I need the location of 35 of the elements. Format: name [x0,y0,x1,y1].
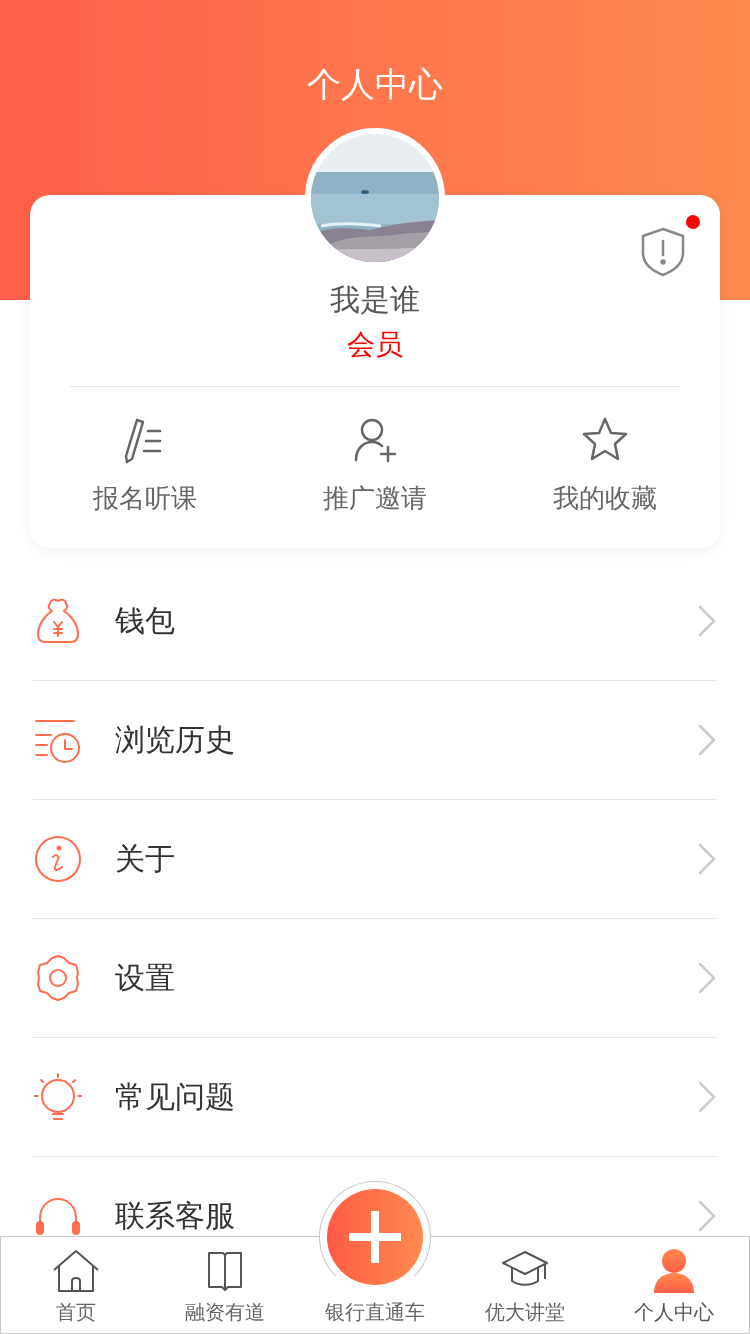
chevron-right-icon [697,842,717,876]
menu-row[interactable]: 关于 [1,800,749,918]
menu-row[interactable]: 常见问题 [1,1038,749,1156]
chevron-right-icon [697,961,717,995]
page-title: 个人中心 [307,63,443,106]
chevron-right-icon [697,1199,717,1233]
info-icon [33,834,83,884]
shield-alert-icon [640,225,686,277]
security-button[interactable] [640,215,700,277]
light-bulb-icon [33,1072,83,1122]
menu-label: 联系客服 [115,1198,235,1234]
plus-icon [349,1211,401,1263]
tab[interactable]: 融资有道 [150,1237,301,1333]
menu-label: 常见问题 [115,1079,235,1115]
member-label: 会员 [347,327,403,363]
chevron-right-icon [697,604,717,638]
shortcut-button[interactable]: 推广邀请 [260,415,490,515]
menu-row[interactable]: 钱包 [1,562,749,680]
menu-label: 钱包 [115,603,175,639]
shortcut-button[interactable]: 报名听课 [30,415,260,515]
menu-label: 关于 [115,841,175,877]
menu-label: 设置 [115,960,175,996]
tab[interactable]: 银行直通车 [325,1299,425,1325]
menu-row[interactable]: 设置 [1,919,749,1037]
chevron-right-icon [697,723,717,757]
menu-row[interactable]: 联系客服 [1,1157,749,1236]
shortcut-button[interactable]: 我的收藏 [490,415,720,515]
tab[interactable]: 首页 [1,1237,151,1333]
user-name: 我是谁 [330,281,420,319]
menu-label: 浏览历史 [115,722,235,758]
chevron-right-icon [697,1080,717,1114]
tab[interactable]: 优大讲堂 [449,1237,600,1333]
tab[interactable]: 个人中心 [599,1237,749,1333]
menu-row[interactable]: 浏览历史 [1,681,749,799]
home-icon [51,1249,100,1293]
